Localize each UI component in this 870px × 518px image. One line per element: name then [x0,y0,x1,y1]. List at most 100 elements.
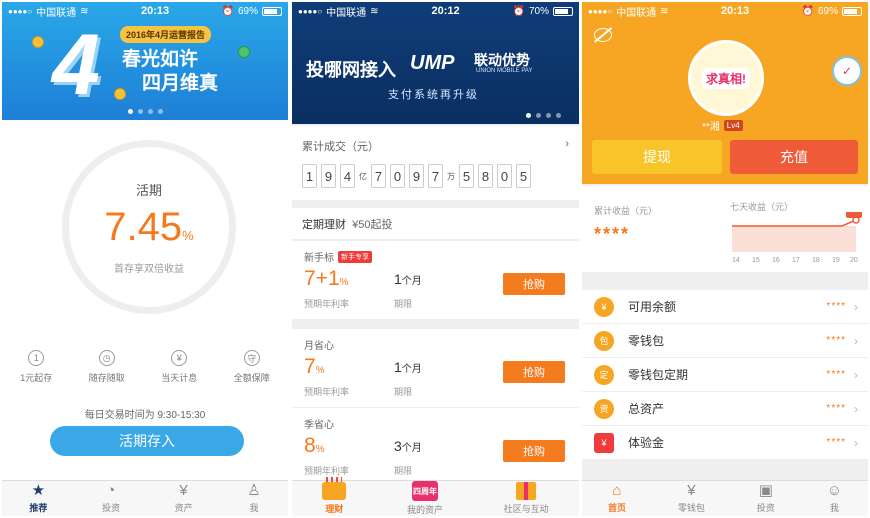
menu-value: **** [826,403,846,414]
signal-icon: ●●●●○ [8,6,33,16]
chevron-right-icon: › [854,299,858,314]
banner-title-2: 四月维真 [142,73,219,94]
level-badge: Lv4 [723,120,743,131]
banner-badge: 2016年4月运营报告 [120,26,212,43]
tab-label: 投资 [101,503,120,513]
digit: 1 [302,164,317,188]
menu-value: **** [826,369,846,380]
clock-icon: ◷ [98,350,115,366]
menu-item-wallet-fixed[interactable]: 定零钱包定期 **** › [582,358,868,392]
deposit-button[interactable]: 活期存入 [50,426,244,456]
tab-invest[interactable]: ◔ 投资 [102,483,120,514]
wifi-icon: ≋ [370,5,379,17]
menu-item-total-assets[interactable]: 资总资产 **** › [582,392,868,426]
recharge-button[interactable]: 充值 [730,140,858,174]
tab-bar: 理财 四周年 我的资产 社区与互动 [292,477,579,516]
period-label: 期限 [394,387,413,397]
tab-bar: ⌂ 首页 ¥ 零钱包 ▣ 投资 ☺ 我 [582,480,868,516]
total-volume-card[interactable]: 累计成交（元） › 1 9 4 亿 7 0 9 7 万 5 8 0 5 [292,126,579,200]
tab-assets[interactable]: ¥ 资产 [175,483,193,514]
period-label: 期限 [394,466,413,476]
tab-label: 资产 [174,503,193,513]
feature-item: 守全额保障 [234,350,270,384]
banner-ump-ad[interactable]: ●●●●○ 中国联通 ≋ 20:12 ⏰ 70% 投哪网接入 UMP 联动优势 UNI… [292,2,579,124]
user-info: **湘 Lv4 [702,118,743,133]
menu-value: **** [826,335,846,346]
buy-button[interactable]: 抢购 [503,361,565,383]
tab-me[interactable]: ♙ 我 [247,483,260,514]
digit: 0 [497,164,512,188]
product-row[interactable]: 月省心 7% 预期年利率 1个月 期限 抢购 [292,329,579,407]
feature-label: 全额保障 [233,373,270,383]
earnings-card[interactable]: 累计收益（元） **** 七天收益（元） 14 15 16 17 18 19 2… [582,186,868,272]
product-rate: 8% [304,434,325,457]
tab-invest[interactable]: ▣ 投资 [757,483,775,514]
menu-value: **** [826,437,846,448]
tab-community[interactable]: 社区与互动 [504,482,549,515]
tab-home[interactable]: ⌂ 首页 [608,483,626,514]
total-earnings-value: **** [594,224,631,244]
wallet-icon: ▣ [758,482,773,499]
buy-button[interactable]: 抢购 [503,273,565,295]
battery-icon [261,6,282,16]
product-period: 1个月 [394,359,422,375]
menu-item-trial-fund[interactable]: ¥ 体验金 **** › [582,426,868,460]
banner-pager[interactable] [292,113,579,118]
period-label: 期限 [394,299,413,309]
status-bar: ●●●●○ 中国联通 ≋ 20:13 ⏰ 69% [582,2,868,20]
withdraw-button[interactable]: 提现 [592,140,722,174]
coin-icon [238,46,250,58]
day-tick: 19 [832,257,840,264]
battery-icon [552,6,573,16]
tab-my-assets[interactable]: 四周年 我的资产 [407,481,443,516]
chart-line [732,219,857,227]
menu-item-balance[interactable]: ¥ 可用余额 **** › [582,290,868,324]
new-user-badge: 新手专享 [338,250,372,263]
total-earnings-label: 累计收益（元） [594,206,658,216]
product-name: 新手标 [304,253,334,264]
product-row[interactable]: 季省心 8% 预期年利率 3个月 期限 抢购 [292,408,579,486]
feature-item: 1 1元起存 [20,350,52,384]
seven-day-chart: 14 15 16 17 18 19 20 [732,212,862,264]
avatar[interactable]: 求真相! [688,40,764,116]
menu-label: 体验金 [628,436,665,450]
menu-item-wallet[interactable]: 包零钱包 **** › [582,324,868,358]
tab-label: 我 [249,503,259,513]
tab-label: 推荐 [29,503,48,513]
clock: 20:13 [720,5,750,17]
banner-pager[interactable] [2,109,288,114]
rate-label: 预期年利率 [304,299,350,309]
avatar-text: 求真相! [702,67,750,89]
fixed-title: 定期理财 [302,218,346,231]
wallet-icon: 资 [594,398,614,419]
chart-band [732,226,856,252]
day-tick: 14 [732,257,740,264]
alarm-icon: ⏰ [512,5,525,17]
unit-label: 亿 [359,171,367,181]
buy-button[interactable]: 抢购 [503,440,565,462]
coin-icon [114,88,126,100]
red-envelope-icon: ¥ [594,432,614,453]
carrier: 中国联通 [616,7,657,19]
screen-my-account: ●●●●○ 中国联通 ≋ 20:13 ⏰ 69% 求真相! ✓ **湘 Lv4 提现 充… [582,2,868,516]
current-product-card[interactable]: 活期 7.45% 首存享双倍收益 [62,140,236,314]
tab-finance[interactable]: 理财 [322,477,347,515]
asset-menu: ¥ 可用余额 **** › 包零钱包 **** › 定零钱包定期 **** › 资总资产 ***… [582,290,868,460]
tab-label: 我 [829,503,839,513]
wifi-icon: ≋ [80,5,89,17]
user-icon: ☺ [826,482,843,499]
menu-value: **** [826,301,846,312]
tab-me[interactable]: ☺ 我 [827,483,842,514]
clock: 20:13 [140,5,170,17]
tab-wallet[interactable]: ¥ 零钱包 [678,483,705,514]
product-row[interactable]: 新手标 新手专享 7+1% 预期年利率 1个月 期限 抢购 [292,241,579,319]
gift-badge-icon[interactable]: ✓ [832,56,862,86]
money-bag-icon: 定 [594,364,614,385]
username: **湘 [702,122,720,133]
banner-april-report[interactable]: ●●●●○ 中国联通 ≋ 20:13 ⏰ 69% 4 2016年4月运营报告 春光如许… [2,2,288,120]
rate-label: 预期年利率 [304,387,350,397]
one-yuan-icon: 1 [28,350,45,366]
product-subtitle: 首存享双倍收益 [114,263,184,275]
tab-recommend[interactable]: ★ 推荐 [29,483,47,514]
hide-balance-icon[interactable] [594,28,612,42]
